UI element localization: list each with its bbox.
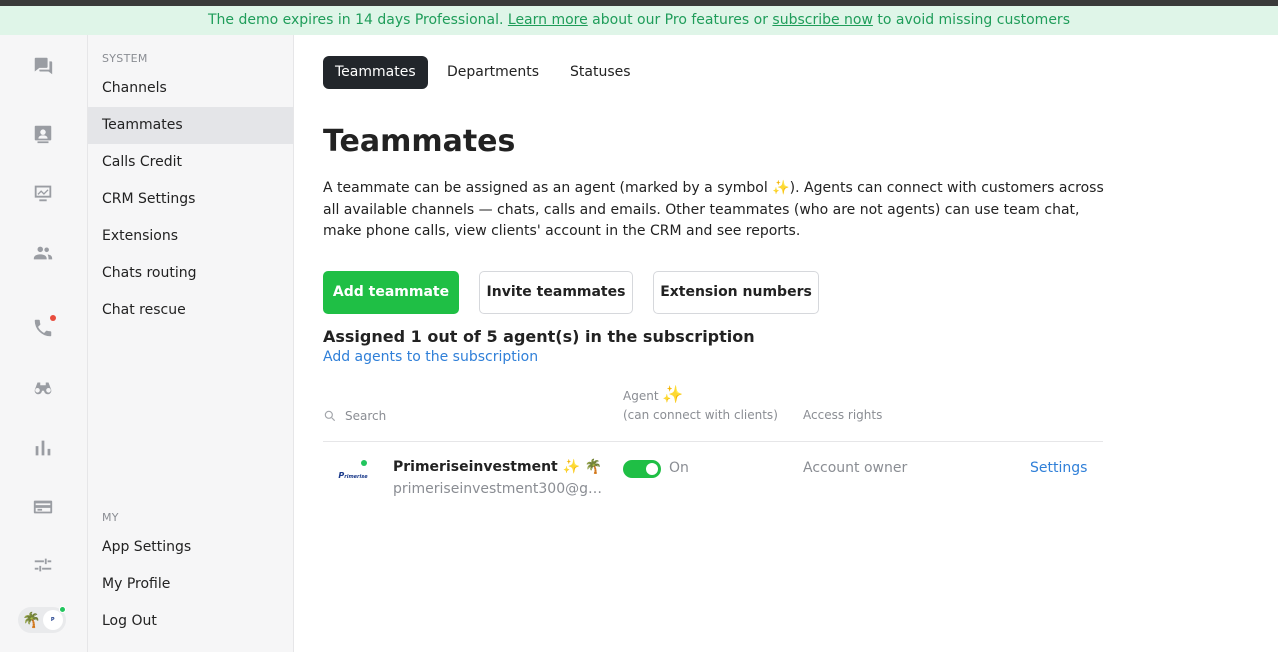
- billing-icon[interactable]: [30, 494, 56, 520]
- icon-rail: 🌴 P: [0, 35, 88, 652]
- palm-tree-icon: 🌴: [22, 611, 41, 629]
- sidebar-item-crm-settings[interactable]: CRM Settings: [88, 181, 293, 218]
- phone-icon[interactable]: [30, 315, 56, 341]
- agent-sparkle-icon: ✨: [662, 385, 684, 405]
- contacts-icon[interactable]: [30, 121, 56, 147]
- sidebar-item-calls-credit[interactable]: Calls Credit: [88, 144, 293, 181]
- teammate-badges-icon: ✨ 🌴: [562, 459, 603, 475]
- phone-notification-dot: [50, 315, 56, 321]
- sidebar-item-extensions[interactable]: Extensions: [88, 218, 293, 255]
- online-status-dot: [59, 606, 66, 613]
- page-description: A teammate can be assigned as an agent (…: [323, 178, 1113, 243]
- sidebar-item-chat-rescue[interactable]: Chat rescue: [88, 292, 293, 329]
- agent-toggle-label: On: [669, 460, 689, 476]
- agent-column-header: Agent ✨: [623, 385, 684, 405]
- tab-teammates[interactable]: Teammates: [323, 56, 428, 89]
- sidebar-item-app-settings[interactable]: App Settings: [88, 529, 293, 566]
- search-input[interactable]: [345, 409, 585, 423]
- sidebar-item-log-out[interactable]: Log Out: [88, 603, 293, 640]
- access-rights-value: Account owner: [803, 460, 908, 476]
- binoculars-icon[interactable]: [30, 375, 56, 401]
- main-content: Teammates Departments Statuses Teammates…: [294, 35, 1278, 652]
- search-box: [323, 405, 603, 427]
- agent-sparkle-icon: ✨: [772, 180, 790, 196]
- user-avatar[interactable]: 🌴 P: [18, 606, 66, 633]
- table-divider: [323, 441, 1103, 442]
- access-rights-column-header: Access rights: [803, 408, 883, 422]
- company-logo-icon: P: [42, 610, 63, 630]
- add-agents-link[interactable]: Add agents to the subscription: [323, 349, 538, 365]
- teammate-name-line: Primeriseinvestment ✨ 🌴: [393, 459, 602, 475]
- toggle-knob: [646, 463, 658, 475]
- agent-toggle[interactable]: [623, 460, 661, 478]
- agent-column-subheader: (can connect with clients): [623, 408, 778, 422]
- page-title: Teammates: [323, 124, 516, 159]
- settings-sidebar: SYSTEM Channels Teammates Calls Credit C…: [88, 35, 294, 652]
- subscribe-now-link[interactable]: subscribe now: [772, 12, 873, 28]
- stats-icon[interactable]: [30, 435, 56, 461]
- teammate-email: primeriseinvestment300@gmail.com: [393, 481, 611, 497]
- agent-header-label: Agent: [623, 389, 659, 403]
- sidebar-item-chats-routing[interactable]: Chats routing: [88, 255, 293, 292]
- chats-icon[interactable]: [30, 53, 56, 79]
- invite-teammates-button[interactable]: Invite teammates: [479, 271, 633, 314]
- demo-banner: The demo expires in 14 days Professional…: [0, 6, 1278, 35]
- banner-text-1: The demo expires in 14 days Professional…: [208, 12, 508, 28]
- learn-more-link[interactable]: Learn more: [508, 12, 588, 28]
- banner-text-3: to avoid missing customers: [872, 12, 1070, 28]
- my-section-label: MY: [102, 511, 119, 524]
- teammate-avatar: Primerise: [333, 460, 373, 488]
- banner-text-2: about our Pro features or: [587, 12, 773, 28]
- assigned-agents-summary: Assigned 1 out of 5 agent(s) in the subs…: [323, 327, 755, 346]
- search-icon: [324, 410, 336, 422]
- company-logo-icon: Primerise: [338, 470, 368, 480]
- analytics-icon[interactable]: [30, 180, 56, 206]
- teammate-name: Primeriseinvestment: [393, 459, 558, 475]
- description-text-1: A teammate can be assigned as an agent (…: [323, 180, 773, 196]
- system-section-label: SYSTEM: [102, 52, 148, 65]
- sidebar-item-channels[interactable]: Channels: [88, 70, 293, 107]
- add-teammate-button[interactable]: Add teammate: [323, 271, 459, 314]
- tab-statuses[interactable]: Statuses: [558, 56, 643, 89]
- team-icon[interactable]: [30, 240, 56, 266]
- extension-numbers-button[interactable]: Extension numbers: [653, 271, 819, 314]
- settings-sliders-icon[interactable]: [30, 552, 56, 578]
- online-status-dot: [361, 460, 367, 466]
- tab-departments[interactable]: Departments: [435, 56, 551, 89]
- teammate-settings-link[interactable]: Settings: [1030, 460, 1087, 476]
- sidebar-item-my-profile[interactable]: My Profile: [88, 566, 293, 603]
- sidebar-item-teammates[interactable]: Teammates: [88, 107, 293, 144]
